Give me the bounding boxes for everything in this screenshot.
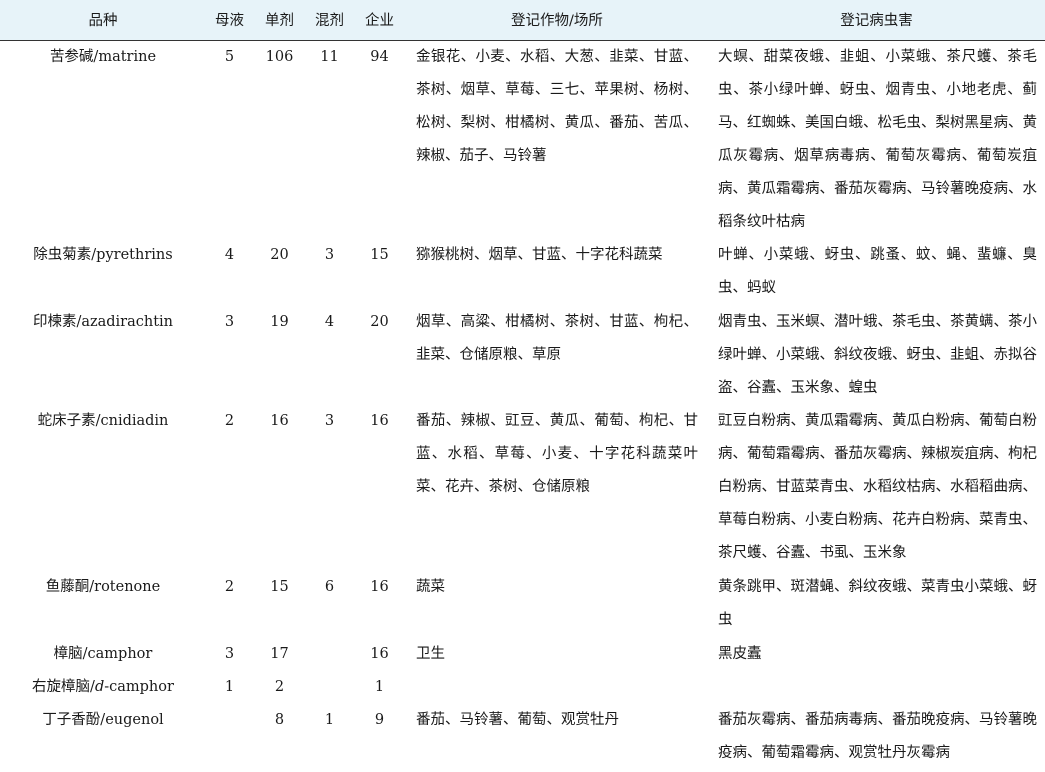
header-mixed: 混剂 <box>306 0 353 41</box>
pests-cell <box>708 671 1045 704</box>
table-row: 丁子香酚/eugenol 8 1 9 番茄、马铃薯、葡萄、观赏牡丹 番茄灰霉病、… <box>0 704 1045 770</box>
mixed-cell <box>306 638 353 671</box>
crops-cell <box>406 671 708 704</box>
variety-cell: 除虫菊素/pyrethrins <box>33 247 173 263</box>
pests-cell: 大螟、甜菜夜蛾、韭蛆、小菜蛾、茶尺蠖、茶毛虫、茶小绿叶蝉、蚜虫、烟青虫、小地老虎… <box>718 48 1037 230</box>
mixed-cell: 4 <box>324 314 335 330</box>
mixed-cell: 3 <box>324 413 335 429</box>
header-crops: 登记作物/场所 <box>406 0 708 41</box>
pests-cell: 黑皮蠹 <box>718 646 762 662</box>
header-variety: 品种 <box>0 0 206 41</box>
mother-liquor-cell: 5 <box>224 48 235 65</box>
table-row: 除虫菊素/pyrethrins 4 20 3 15 猕猴桃树、烟草、甘蓝、十字花… <box>0 239 1045 306</box>
table-row: 印楝素/azadirachtin 3 19 4 20 烟草、高粱、柑橘树、茶树、… <box>0 306 1045 405</box>
companies-cell: 1 <box>374 679 385 695</box>
mother-liquor-cell: 3 <box>224 646 235 662</box>
table-row: 右旋樟脑/d-camphor 1 2 1 <box>0 671 1045 704</box>
header-companies: 企业 <box>353 0 406 41</box>
mixed-cell: 6 <box>324 579 335 595</box>
variety-cell: 印楝素/azadirachtin <box>32 314 174 330</box>
mixed-cell: 3 <box>324 247 335 263</box>
variety-prefix: 右旋樟脑/ <box>32 679 95 695</box>
table-row: 樟脑/camphor 3 17 16 卫生 黑皮蠹 <box>0 638 1045 671</box>
pests-cell: 番茄灰霉病、番茄病毒病、番茄晚疫病、马铃薯晚疫病、葡萄霜霉病、观赏牡丹灰霉病 <box>718 712 1037 761</box>
crops-cell: 烟草、高粱、柑橘树、茶树、甘蓝、枸杞、韭菜、仓储原粮、草原 <box>416 314 698 363</box>
single-cell: 16 <box>270 413 289 429</box>
companies-cell: 9 <box>374 712 385 728</box>
header-pests: 登记病虫害 <box>708 0 1045 41</box>
mother-liquor-cell: 3 <box>224 314 235 330</box>
companies-cell: 20 <box>370 314 389 330</box>
companies-cell: 16 <box>370 413 389 429</box>
single-cell: 2 <box>274 679 285 695</box>
table-row: 苦参碱/matrine 5 106 11 94 金银花、小麦、水稻、大葱、韭菜、… <box>0 40 1045 239</box>
companies-cell: 94 <box>370 48 389 65</box>
mother-liquor-cell <box>206 704 253 770</box>
mother-liquor-cell: 2 <box>224 579 235 595</box>
single-cell: 106 <box>265 48 294 65</box>
crops-cell: 金银花、小麦、水稻、大葱、韭菜、甘蓝、茶树、烟草、草莓、三七、苹果树、杨树、松树… <box>416 48 698 164</box>
single-cell: 17 <box>270 646 289 662</box>
companies-cell: 16 <box>370 579 389 595</box>
pests-cell: 叶蝉、小菜蛾、蚜虫、跳蚤、蚊、蝇、蜚蠊、臭虫、蚂蚁 <box>718 247 1037 296</box>
companies-cell: 15 <box>370 247 389 263</box>
header-row: 品种 母液 单剂 混剂 企业 登记作物/场所 登记病虫害 <box>0 0 1045 41</box>
companies-cell: 16 <box>370 646 389 662</box>
single-cell: 8 <box>274 712 285 728</box>
single-cell: 15 <box>270 579 289 595</box>
mother-liquor-cell: 1 <box>224 679 235 695</box>
header-mother-liquor: 母液 <box>206 0 253 41</box>
mixed-cell: 11 <box>320 48 339 65</box>
variety-cell: 苦参碱/matrine <box>49 48 157 65</box>
crops-cell: 番茄、辣椒、豇豆、黄瓜、葡萄、枸杞、甘蓝、水稻、草莓、小麦、十字花科蔬菜叶菜、花… <box>416 413 698 495</box>
variety-cell: 鱼藤酮/rotenone <box>45 579 161 595</box>
single-cell: 20 <box>270 247 289 263</box>
variety-suffix: -camphor <box>104 679 174 695</box>
pests-cell: 豇豆白粉病、黄瓜霜霉病、黄瓜白粉病、葡萄白粉病、葡萄霜霉病、番茄灰霉病、辣椒炭疽… <box>718 413 1037 561</box>
registration-table: 品种 母液 单剂 混剂 企业 登记作物/场所 登记病虫害 苦参碱/matrine… <box>0 0 1045 770</box>
mixed-cell <box>306 671 353 704</box>
single-cell: 19 <box>270 314 289 330</box>
mother-liquor-cell: 4 <box>224 247 235 263</box>
table-row: 鱼藤酮/rotenone 2 15 6 16 蔬菜 黄条跳甲、斑潜蝇、斜纹夜蛾、… <box>0 571 1045 638</box>
variety-cell: 蛇床子素/cnidiadin <box>37 413 169 429</box>
variety-italic: d <box>94 679 105 695</box>
mixed-cell: 1 <box>324 712 335 728</box>
crops-cell: 猕猴桃树、烟草、甘蓝、十字花科蔬菜 <box>416 247 663 263</box>
mother-liquor-cell: 2 <box>224 413 235 429</box>
variety-cell: 丁子香酚/eugenol <box>42 712 164 728</box>
variety-cell: 樟脑/camphor <box>53 646 153 662</box>
pests-cell: 黄条跳甲、斑潜蝇、斜纹夜蛾、菜青虫小菜蛾、蚜虫 <box>718 579 1037 628</box>
crops-cell: 蔬菜 <box>416 579 445 595</box>
pests-cell: 烟青虫、玉米螟、潜叶蛾、茶毛虫、茶黄螨、茶小绿叶蝉、小菜蛾、斜纹夜蛾、蚜虫、韭蛆… <box>718 314 1037 396</box>
header-single: 单剂 <box>253 0 306 41</box>
table-row: 蛇床子素/cnidiadin 2 16 3 16 番茄、辣椒、豇豆、黄瓜、葡萄、… <box>0 405 1045 571</box>
crops-cell: 番茄、马铃薯、葡萄、观赏牡丹 <box>416 712 619 728</box>
crops-cell: 卫生 <box>416 646 445 662</box>
variety-cell: 右旋樟脑/d-camphor <box>0 671 206 704</box>
